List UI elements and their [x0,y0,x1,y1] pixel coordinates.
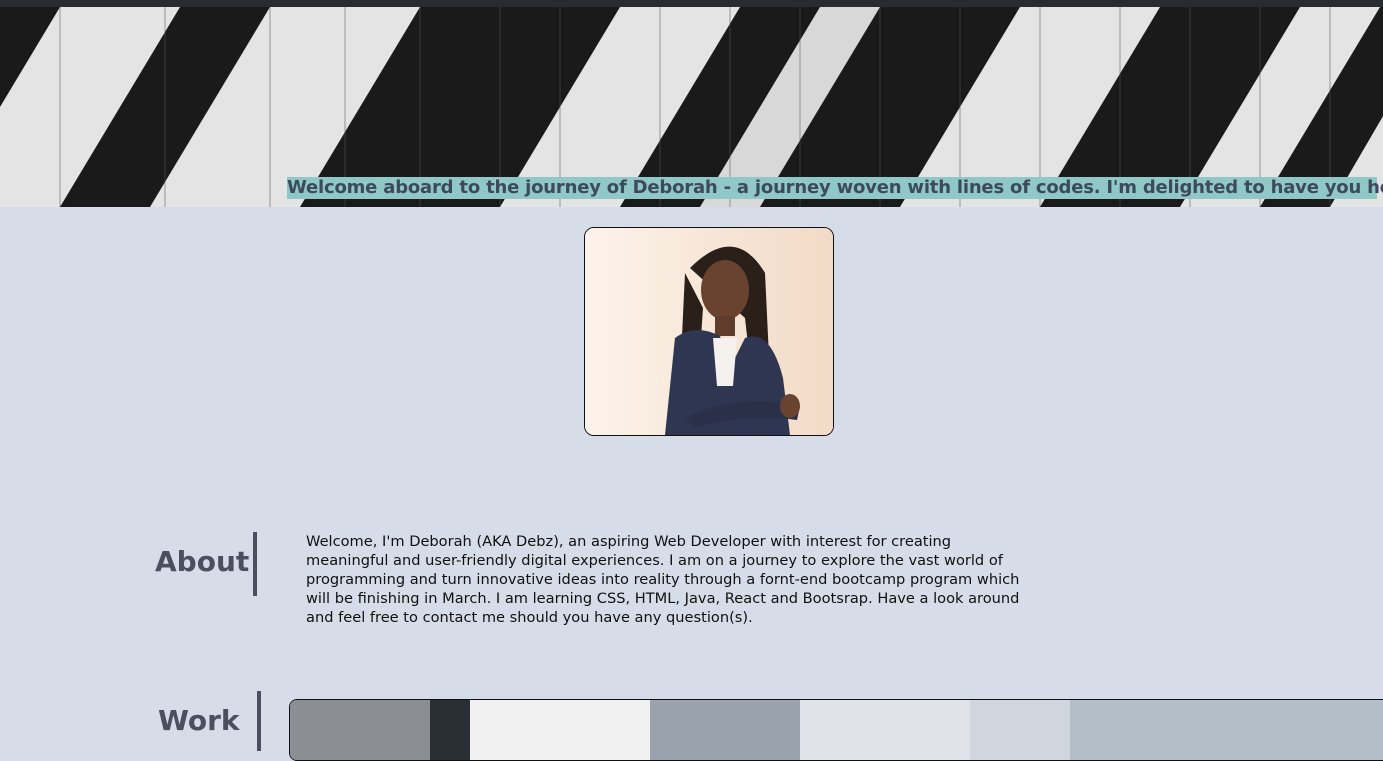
work-divider [257,691,261,751]
profile-photo [584,227,834,436]
work-photo-illustration [290,700,1383,760]
about-paragraph: Welcome, I'm Deborah (AKA Debz), an aspi… [306,533,1020,626]
hero-banner: Welcome aboard to the journey of Deborah… [0,7,1383,207]
about-divider [253,532,257,596]
portrait-illustration [585,228,833,435]
work-project-image[interactable] [289,699,1383,761]
work-heading: Work [158,704,240,737]
browser-top-strip [0,0,1383,7]
about-heading: About [155,545,250,578]
welcome-banner-text: Welcome aboard to the journey of Deborah… [287,177,1383,199]
